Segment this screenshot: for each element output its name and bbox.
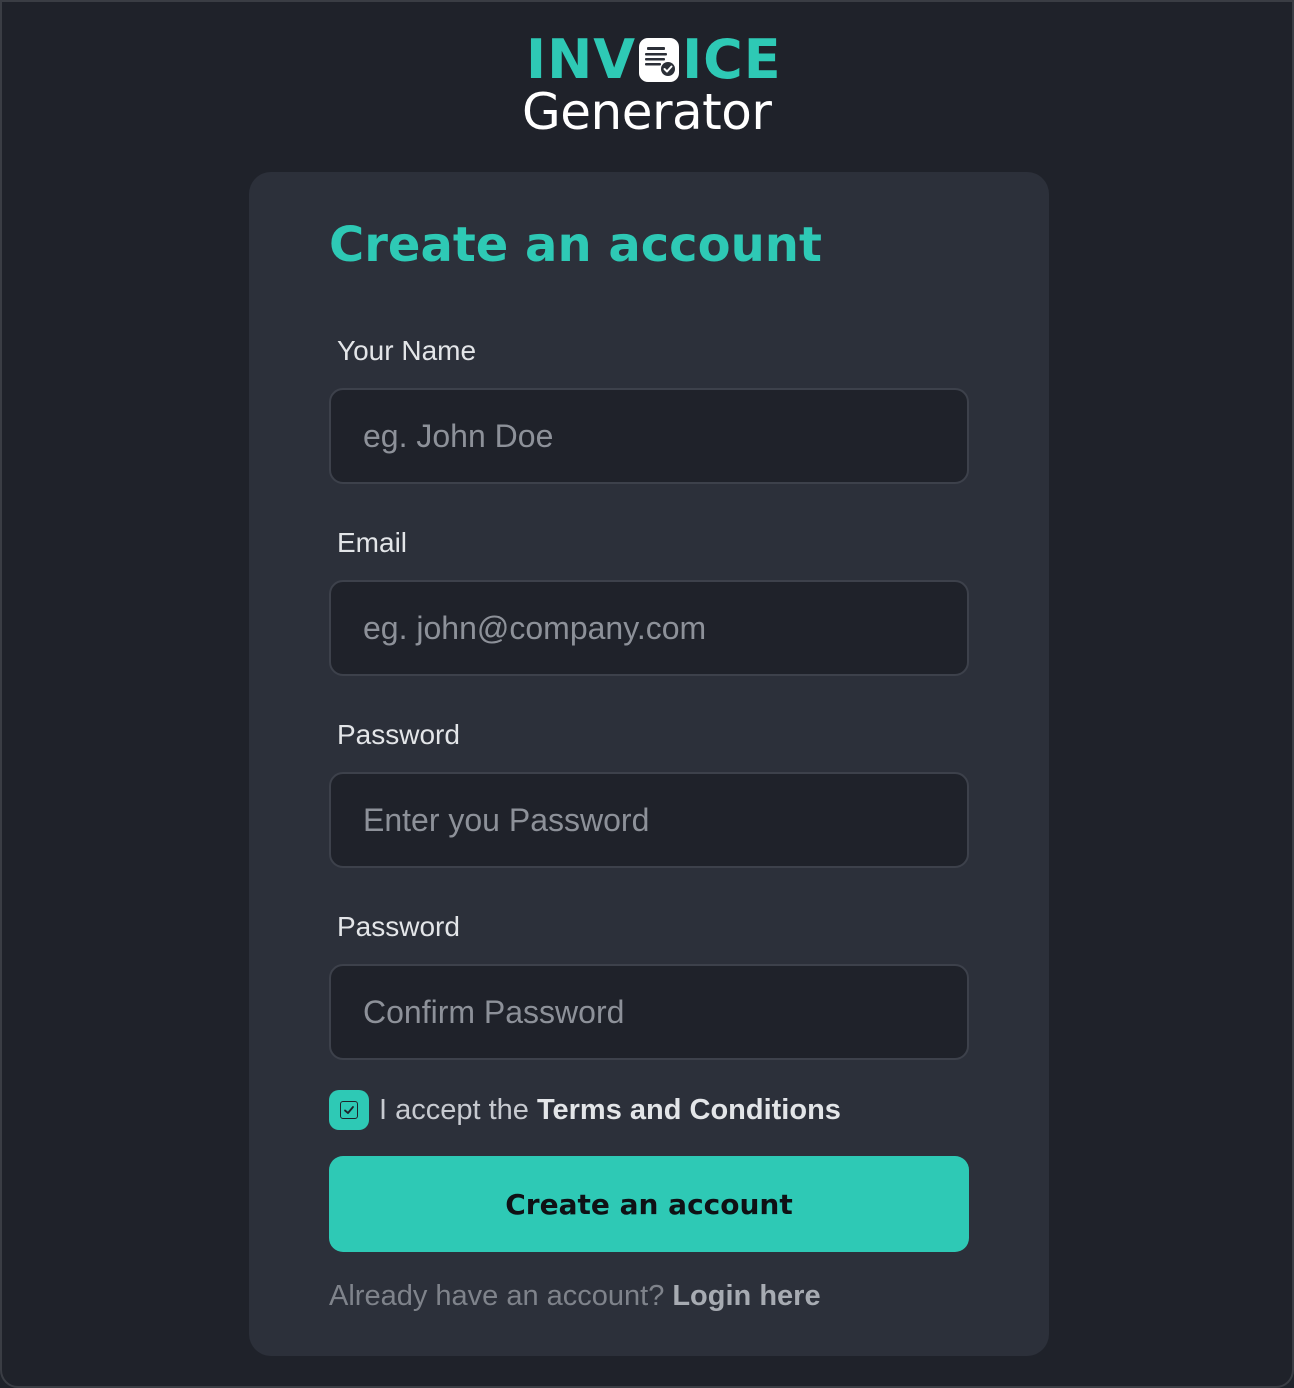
password-input[interactable] [329,772,969,868]
create-account-button[interactable]: Create an account [329,1156,969,1252]
app-window: INV ICE Generator Create an account Your… [0,0,1294,1388]
confirm-password-label: Password [337,911,460,942]
terms-row: I accept the Terms and Conditions [329,1090,841,1130]
login-prompt: Already have an account? Login here [329,1278,821,1314]
logo-text-left: INV [526,28,637,91]
name-input[interactable] [329,388,969,484]
email-input[interactable] [329,580,969,676]
name-label: Your Name [337,335,477,366]
login-prompt-text: Already have an account? [329,1280,665,1312]
logo-wordmark-top: INV ICE [526,32,782,88]
logo-text-right: ICE [682,28,782,91]
logo-wordmark-bottom: Generator [522,83,772,141]
confirm-password-input[interactable] [329,964,969,1060]
email-label: Email [337,527,408,558]
login-link[interactable]: Login here [672,1278,820,1314]
terms-checkbox[interactable] [329,1090,369,1130]
check-icon [340,1101,358,1119]
page-title: Create an account [329,217,822,273]
terms-link[interactable]: Terms and Conditions [537,1092,841,1128]
terms-prefix: I accept the [379,1094,529,1126]
signup-card: Create an account Your Name Email Passwo… [249,172,1049,1356]
password-label: Password [337,719,460,750]
invoice-document-icon [639,38,680,82]
invoice-generator-logo: INV ICE Generator [520,30,782,141]
